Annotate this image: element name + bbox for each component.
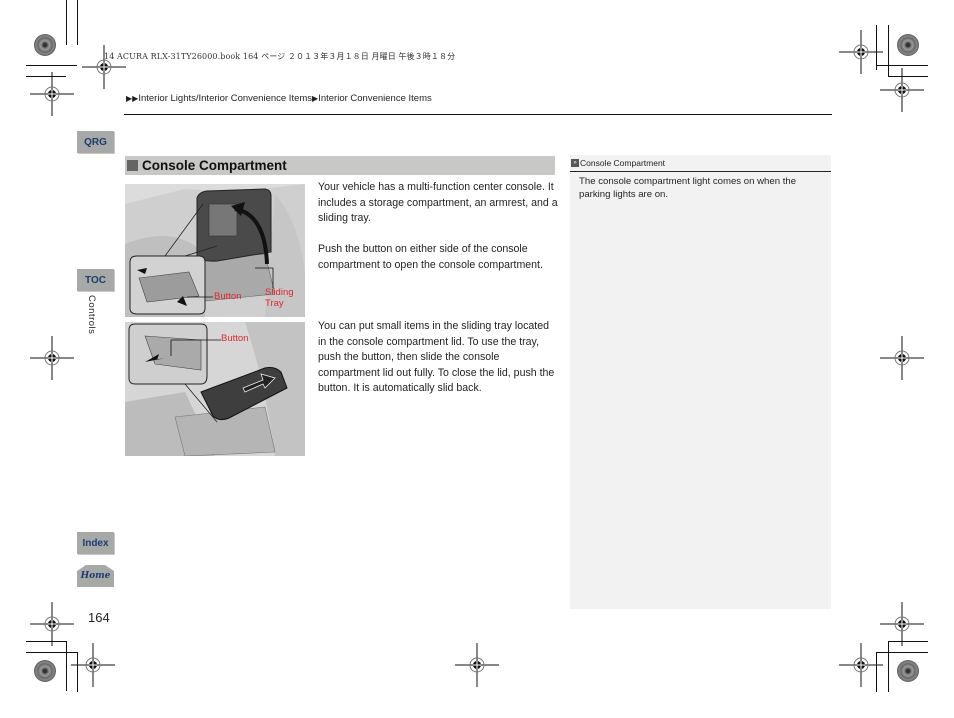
breadcrumb-link-2[interactable]: Interior Convenience Items [318,93,432,104]
section-title: Console Compartment [142,158,287,173]
home-tab[interactable]: Home [77,565,114,587]
registration-mark-icon [880,336,924,380]
registration-mark-icon [880,68,924,112]
figure-label-sliding-tray: Sliding Tray [265,287,294,309]
registration-mark-icon [839,643,883,687]
home-tab-label: Home [80,571,111,581]
side-note-text: The console compartment light comes on w… [579,176,797,200]
breadcrumb: ▶▶Interior Lights/Interior Convenience I… [126,93,432,104]
intro-text: Your vehicle has a multi-function center… [318,180,558,274]
sliding-tray-illustration [125,322,305,456]
registration-mark-icon [71,643,115,687]
breadcrumb-arrow-icon: ▶▶ [126,94,139,103]
reference-icon: » [571,159,579,167]
print-header-meta: 14 ACURA RLX-31TY26000.book 164 ページ ２０１３… [104,52,456,61]
page-number: 164 [88,610,110,625]
qrg-tab[interactable]: QRG [77,131,114,153]
registration-mark-icon [455,643,499,687]
color-rosette-icon [34,34,56,56]
color-rosette-icon [34,660,56,682]
figure-label-button: Button [221,333,249,344]
paragraph: Your vehicle has a multi-function center… [318,181,558,225]
side-note-panel: » Console Compartment The console compar… [570,155,831,609]
toc-tab[interactable]: TOC [77,269,114,291]
index-tab[interactable]: Index [77,532,114,554]
registration-mark-icon [839,30,883,74]
figure-sliding-tray: Button [125,322,305,456]
registration-mark-icon [880,602,924,646]
chapter-label: Controls [86,295,97,335]
color-rosette-icon [897,34,919,56]
figure-console-open: Button Sliding Tray [125,184,305,317]
breadcrumb-link-1[interactable]: Interior Lights/Interior Convenience Ite… [138,93,312,104]
registration-mark-icon [30,602,74,646]
header-rule [124,114,832,115]
sliding-tray-text: You can put small items in the sliding t… [318,319,558,397]
side-note-header: » Console Compartment [570,155,831,172]
registration-mark-icon [30,336,74,380]
paragraph: You can put small items in the sliding t… [318,320,555,395]
paragraph: Push the button on either side of the co… [318,243,543,271]
side-note-title: Console Compartment [580,158,666,168]
section-header: Console Compartment [125,156,555,175]
section-square-icon [127,160,138,171]
color-rosette-icon [897,660,919,682]
figure-label-button: Button [214,291,242,302]
registration-mark-icon [30,72,74,116]
